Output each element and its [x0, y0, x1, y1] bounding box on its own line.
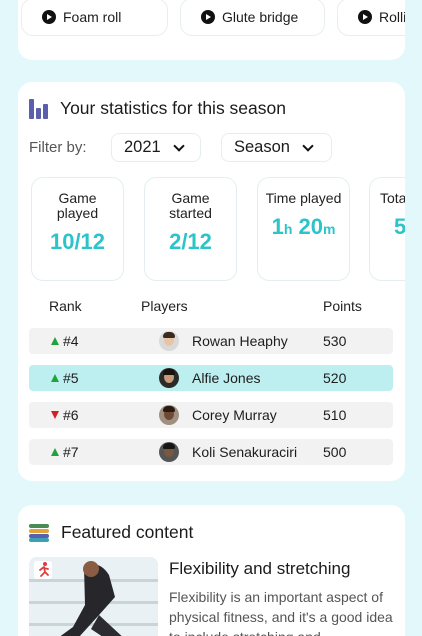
running-person-icon [34, 561, 52, 579]
column-header-rank: Rank [49, 298, 82, 314]
article-excerpt: Flexibility is an important aspect of ph… [169, 589, 393, 636]
stat-label: Time played [265, 190, 342, 206]
year-select-value: 2021 [124, 138, 161, 156]
exercise-chip-label: Foam roll [63, 9, 122, 25]
player-rank: #4 [63, 333, 79, 349]
bar-chart-icon [29, 98, 49, 119]
chevron-down-icon [173, 139, 185, 152]
player-rank: #6 [63, 407, 79, 423]
statistics-title: Your statistics for this season [60, 98, 286, 118]
stat-time-played: Time played 1h 20m [257, 177, 350, 281]
stat-games-started: Game started 2/12 [144, 177, 237, 281]
trend-up-icon [51, 374, 59, 382]
chevron-down-icon [302, 139, 314, 152]
avatar [159, 405, 179, 425]
leaderboard-row[interactable]: #7 Koli Senakuraciri 500 [29, 439, 393, 465]
play-icon [201, 10, 215, 24]
article-thumbnail[interactable] [29, 557, 158, 636]
featured-content-card: Featured content Flexibility and stretch… [18, 505, 405, 636]
leaderboard-row-current-user[interactable]: #5 Alfie Jones 520 [29, 365, 393, 391]
player-name: Rowan Heaphy [192, 333, 288, 349]
period-select[interactable]: Season [221, 133, 332, 162]
filter-label: Filter by: [29, 139, 87, 156]
play-icon [42, 10, 56, 24]
exercise-chips-card: Foam roll Glute bridge Rolling [18, 0, 405, 60]
trend-down-icon [51, 411, 59, 419]
stat-hours: 1 [271, 214, 284, 239]
statistics-header: Your statistics for this season [29, 98, 286, 119]
stat-minutes: 20 [298, 214, 323, 239]
avatar [159, 331, 179, 351]
year-select[interactable]: 2021 [111, 133, 201, 162]
stat-value: 1h 20m [258, 214, 349, 240]
exercise-chip-rolling[interactable]: Rolling [337, 0, 405, 36]
stat-label: Total score [380, 190, 405, 206]
stat-label: Game played [56, 190, 99, 221]
column-header-points: Points [323, 298, 362, 314]
stat-minutes-unit: m [322, 221, 336, 237]
player-rank: #7 [63, 444, 79, 460]
exercise-chip-foam-roll[interactable]: Foam roll [21, 0, 168, 36]
article-heading[interactable]: Flexibility and stretching [169, 559, 350, 579]
layers-icon [29, 523, 49, 542]
player-points: 510 [323, 407, 347, 423]
player-points: 520 [323, 370, 347, 386]
play-icon [358, 10, 372, 24]
player-name: Alfie Jones [192, 370, 261, 386]
leaderboard-row[interactable]: #4 Rowan Heaphy 530 [29, 328, 393, 354]
stat-games-played: Game played 10/12 [31, 177, 124, 281]
featured-header: Featured content [29, 522, 193, 543]
stat-value: 10/12 [49, 229, 106, 254]
season-statistics-card: Your statistics for this season Filter b… [18, 82, 405, 481]
player-rank: #5 [63, 370, 79, 386]
stat-value: 2/12 [169, 229, 212, 254]
column-header-players: Players [141, 298, 188, 314]
period-select-value: Season [234, 138, 290, 156]
exercise-chip-label: Glute bridge [222, 9, 299, 25]
stat-value: 5 [370, 214, 405, 240]
player-name: Corey Murray [192, 407, 277, 423]
exercise-chip-glute-bridge[interactable]: Glute bridge [180, 0, 325, 36]
trend-up-icon [51, 337, 59, 345]
trend-up-icon [51, 448, 59, 456]
player-points: 530 [323, 333, 347, 349]
featured-title: Featured content [61, 522, 194, 542]
player-name: Koli Senakuraciri [192, 444, 298, 460]
exercise-chip-label: Rolling [379, 9, 405, 25]
stat-hours-unit: h [283, 221, 293, 237]
avatar [159, 368, 179, 388]
player-points: 500 [323, 444, 347, 460]
leaderboard-row[interactable]: #6 Corey Murray 510 [29, 402, 393, 428]
stat-total-score: Total score 5 [369, 177, 405, 281]
stat-label: Game started [169, 190, 212, 221]
avatar [159, 442, 179, 462]
